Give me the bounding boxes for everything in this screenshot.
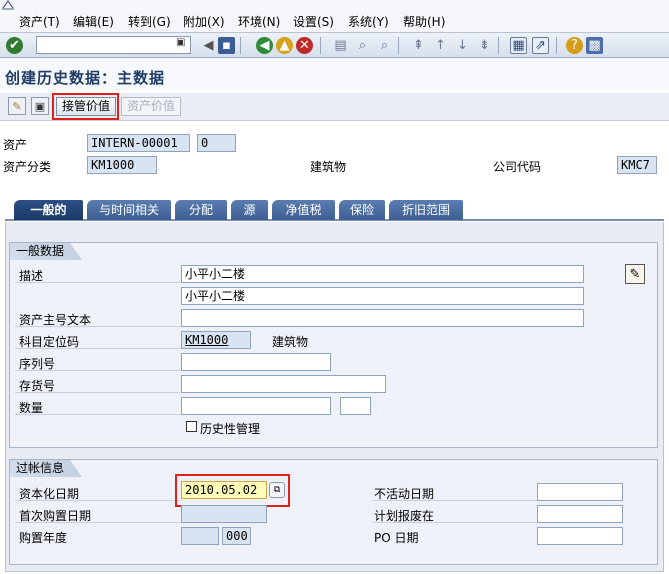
account-determination-desc: 建筑物 <box>272 335 309 349</box>
save-icon[interactable]: ▪ <box>218 37 235 54</box>
first-acquisition-label: 首次购置日期 <box>19 509 92 523</box>
page-title: 创建历史数据：主数据 <box>5 69 166 87</box>
menu-goto[interactable]: 转到(G) <box>128 13 171 30</box>
first-page-icon[interactable]: ⇞ <box>410 37 427 54</box>
description-label: 描述 <box>19 269 44 283</box>
asset-subnumber-field[interactable]: 0 <box>197 134 236 152</box>
prev-page-icon[interactable]: ↑ <box>432 37 449 54</box>
print-icon[interactable]: ▤ <box>332 37 349 54</box>
menu-edit[interactable]: 编辑(E) <box>73 13 114 30</box>
find-next-icon[interactable]: ⌕ <box>376 37 393 54</box>
highlight-box-takeover <box>52 93 119 120</box>
tab-net-worth-tax[interactable]: 净值税 <box>272 200 335 220</box>
history-management-checkbox[interactable] <box>186 421 197 432</box>
help-icon[interactable]: ? <box>566 37 583 54</box>
acquisition-period-field[interactable]: 000 <box>222 527 251 545</box>
inventory-number-label: 存货号 <box>19 379 56 393</box>
description-field-2[interactable]: 小平小二楼 <box>181 287 584 305</box>
last-page-icon[interactable]: ⇟ <box>476 37 493 54</box>
serial-number-label: 序列号 <box>19 357 56 371</box>
find-icon[interactable]: ⌕ <box>354 37 371 54</box>
account-determination-field[interactable]: KM1000 <box>181 331 251 349</box>
deactivation-date-label: 不活动日期 <box>374 487 435 501</box>
inventory-number-field[interactable] <box>181 375 386 393</box>
shortcut-icon[interactable]: ⇗ <box>532 37 549 54</box>
po-date-field[interactable] <box>537 527 623 545</box>
tab-depreciation-areas[interactable]: 折旧范围 <box>389 200 463 220</box>
menu-asset[interactable]: 资产(T) <box>19 13 60 30</box>
command-field[interactable] <box>36 36 191 54</box>
back-icon[interactable]: ◀ <box>256 37 273 54</box>
menu-settings[interactable]: 设置(S) <box>293 13 334 30</box>
next-page-icon[interactable]: ↓ <box>454 37 471 54</box>
enter-icon[interactable]: ✔ <box>6 37 23 54</box>
first-acquisition-field[interactable] <box>181 505 267 523</box>
display-change-icon[interactable]: ✎ <box>8 97 26 115</box>
general-data-title: 一般数据 <box>10 243 82 260</box>
planned-retirement-field[interactable] <box>537 505 623 523</box>
exit-icon[interactable]: ▲ <box>276 37 293 54</box>
menu-environment[interactable]: 环境(N) <box>238 13 280 30</box>
history-management-label: 历史性管理 <box>200 422 261 436</box>
sap-logo-icon <box>2 0 14 13</box>
acquisition-year-field[interactable] <box>181 527 219 545</box>
collapse-icon[interactable]: ◀ <box>200 37 217 54</box>
asset-class-description: 建筑物 <box>310 160 347 174</box>
quantity-unit-field[interactable] <box>340 397 371 415</box>
asset-label: 资产 <box>3 138 28 152</box>
tab-insurance[interactable]: 保险 <box>339 200 385 220</box>
new-session-icon[interactable]: ▦ <box>510 37 527 54</box>
tab-origin[interactable]: 源 <box>231 200 268 220</box>
quantity-label: 数量 <box>19 401 44 415</box>
description-field-1[interactable]: 小平小二楼 <box>181 265 584 283</box>
menu-system[interactable]: 系统(Y) <box>348 13 389 30</box>
asset-class-field[interactable]: KM1000 <box>87 156 157 174</box>
company-code-field[interactable]: KMC7 <box>617 156 657 174</box>
capitalization-date-label: 资本化日期 <box>19 487 80 501</box>
po-date-label: PO 日期 <box>374 531 419 545</box>
menu-help[interactable]: 帮助(H) <box>403 13 445 30</box>
acquisition-year-label: 购置年度 <box>19 531 68 545</box>
layout-menu-icon[interactable]: ▩ <box>586 37 603 54</box>
system-toolbar: ✔ ▣ ◀ ▪ ◀ ▲ ✕ ▤ ⌕ ⌕ ⇞ ↑ ↓ ⇟ ▦ ⇗ ? ▩ <box>0 32 669 58</box>
highlight-box-capitalization-date <box>175 474 290 507</box>
company-code-label: 公司代码 <box>493 160 542 174</box>
tab-general[interactable]: 一般的 <box>14 200 83 220</box>
account-determination-label: 科目定位码 <box>19 335 80 349</box>
planned-retirement-label: 计划报废在 <box>374 509 435 523</box>
tab-time-dependent[interactable]: 与时间相关 <box>87 200 171 220</box>
serial-number-field[interactable] <box>181 353 331 371</box>
deactivation-date-field[interactable] <box>537 483 623 501</box>
long-text-edit-icon[interactable]: ✎ <box>625 264 645 284</box>
main-number-text-field[interactable] <box>181 309 584 327</box>
asset-values-button: 资产价值 <box>121 97 182 116</box>
main-number-text-label: 资产主号文本 <box>19 313 92 327</box>
posting-info-title: 过帐信息 <box>10 460 82 477</box>
asset-class-label: 资产分类 <box>3 160 52 174</box>
cancel-icon[interactable]: ✕ <box>296 37 313 54</box>
tab-allocations[interactable]: 分配 <box>175 200 227 220</box>
menu-extras[interactable]: 附加(X) <box>183 13 225 30</box>
command-history-icon[interactable]: ▣ <box>176 37 185 48</box>
quantity-field[interactable] <box>181 397 331 415</box>
new-document-icon[interactable]: ▣ <box>31 97 49 115</box>
asset-number-field[interactable]: INTERN-00001 <box>87 134 190 152</box>
